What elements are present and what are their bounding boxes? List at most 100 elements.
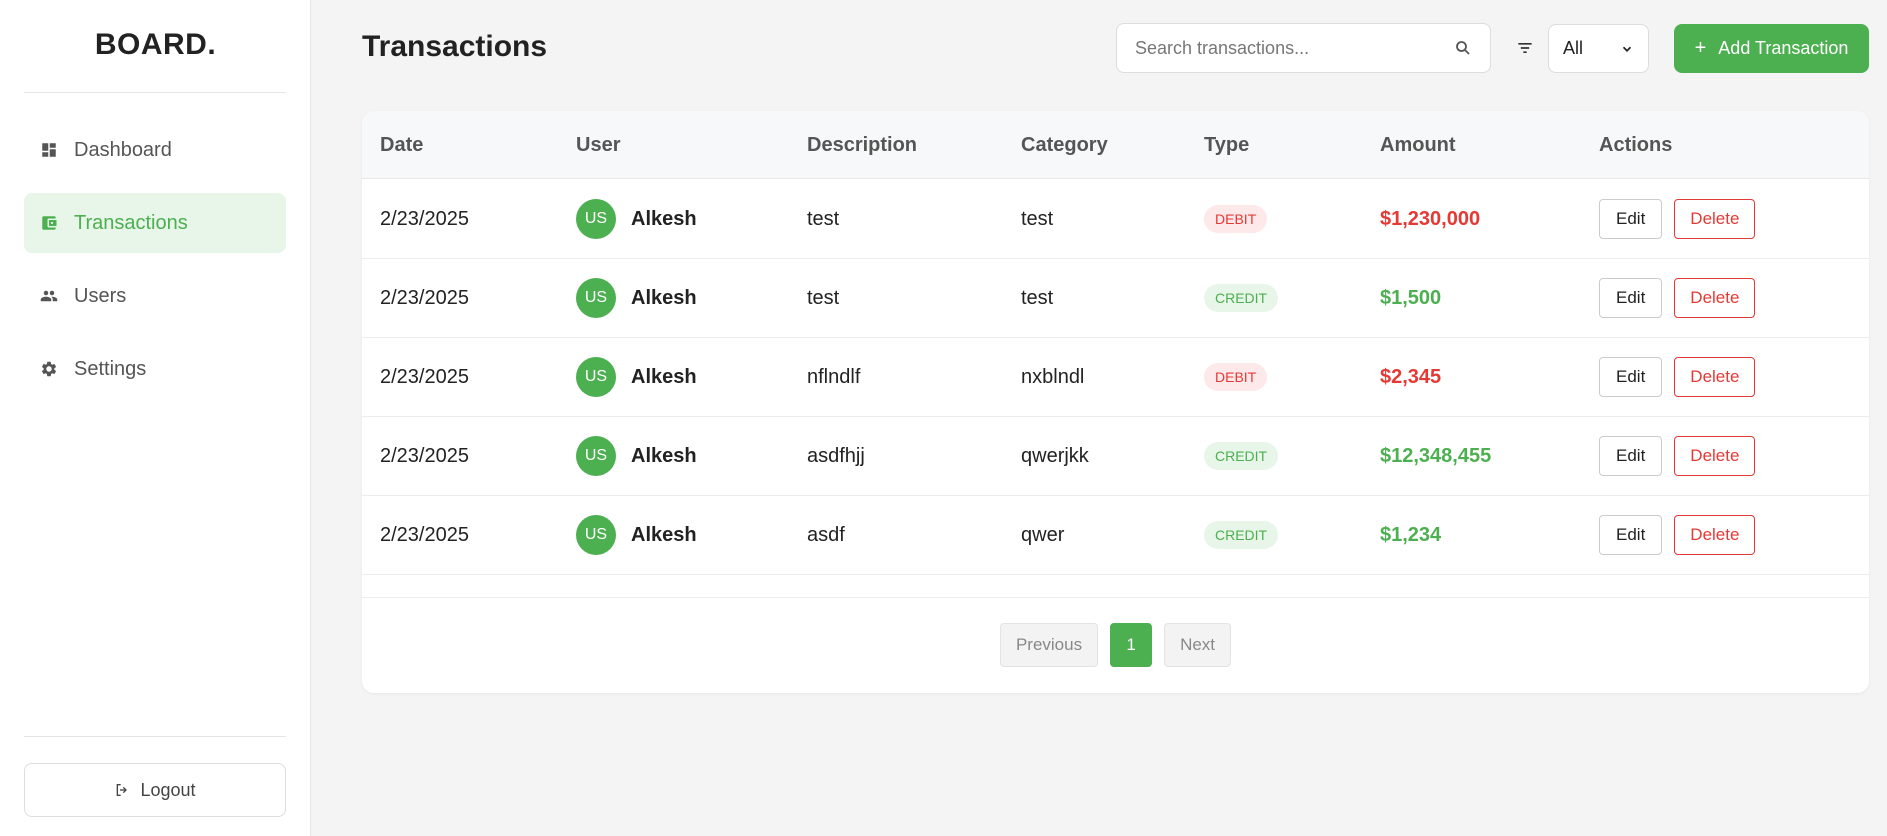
sidebar-item-label: Dashboard [74,138,172,161]
user-cell: US Alkesh [576,496,697,574]
user-name: Alkesh [631,444,697,467]
date-cell: 2/23/2025 [380,365,469,388]
date-cell: 2/23/2025 [380,523,469,546]
add-transaction-button[interactable]: + Add Transaction [1674,24,1869,73]
amount-cell: $1,234 [1380,523,1442,546]
avatar: US [576,357,616,397]
user-name: Alkesh [631,523,697,546]
user-name: Alkesh [631,365,697,388]
sidebar-nav: Dashboard Transactions Users Settings [24,120,286,412]
column-header-category[interactable]: Category [1021,111,1108,179]
gear-icon [40,360,58,378]
type-badge: CREDIT [1204,442,1279,470]
user-name: Alkesh [631,207,697,230]
table-header: Date User Description Category Type Amou… [362,111,1869,179]
type-badge: CREDIT [1204,284,1279,312]
sidebar-item-dashboard[interactable]: Dashboard [24,120,286,180]
brand-logo: BOARD. [94,28,217,61]
delete-button[interactable]: Delete [1674,278,1756,318]
actions-cell: Edit Delete [1599,417,1756,495]
edit-button[interactable]: Edit [1599,278,1663,318]
delete-button[interactable]: Delete [1674,436,1756,476]
table-row: 2/23/2025 US Alkesh asdfhjj qwerjkk CRED… [362,417,1869,496]
next-page-button[interactable]: Next [1164,623,1232,667]
avatar: US [576,436,616,476]
column-header-description[interactable]: Description [807,111,917,179]
user-cell: US Alkesh [576,180,697,258]
transactions-table: Date User Description Category Type Amou… [362,111,1869,693]
description-cell: test [807,286,840,309]
user-cell: US Alkesh [576,417,697,495]
filter-icon[interactable] [1515,38,1535,58]
edit-button[interactable]: Edit [1599,199,1663,239]
search-icon[interactable] [1454,39,1472,57]
date-cell: 2/23/2025 [380,207,469,230]
category-cell: test [1021,286,1054,309]
divider [24,92,286,93]
wallet-icon [40,214,58,232]
chevron-down-icon [1622,46,1632,52]
logout-label: Logout [140,779,196,800]
sidebar-item-label: Users [74,284,127,307]
sidebar-item-label: Transactions [74,211,188,234]
sidebar-item-transactions[interactable]: Transactions [24,193,286,253]
dashboard-icon [40,141,58,159]
table-row: 2/23/2025 US Alkesh asdf qwer CREDIT $1,… [362,496,1869,575]
type-cell: DEBIT [1204,338,1268,416]
column-header-date[interactable]: Date [380,111,423,179]
delete-button[interactable]: Delete [1674,357,1756,397]
sidebar-item-label: Settings [74,357,147,380]
type-cell: CREDIT [1204,417,1279,495]
description-cell: test [807,207,840,230]
table-row: 2/23/2025 US Alkesh test test CREDIT $1,… [362,259,1869,338]
sidebar-item-users[interactable]: Users [24,266,286,326]
actions-cell: Edit Delete [1599,496,1756,574]
avatar: US [576,278,616,318]
description-cell: asdf [807,523,845,546]
table-row: 2/23/2025 US Alkesh nflndlf nxblndl DEBI… [362,338,1869,417]
select-value: All [1563,38,1584,58]
date-cell: 2/23/2025 [380,444,469,467]
user-name: Alkesh [631,286,697,309]
type-badge: DEBIT [1204,363,1268,391]
description-cell: asdfhjj [807,444,865,467]
date-cell: 2/23/2025 [380,286,469,309]
type-filter-select[interactable]: All [1548,24,1649,73]
avatar: US [576,199,616,239]
logout-button[interactable]: Logout [24,763,286,817]
actions-cell: Edit Delete [1599,338,1756,416]
page-1-button[interactable]: 1 [1110,623,1153,667]
previous-page-button[interactable]: Previous [999,623,1099,667]
edit-button[interactable]: Edit [1599,357,1663,397]
type-badge: DEBIT [1204,205,1268,233]
user-cell: US Alkesh [576,259,697,337]
amount-cell: $2,345 [1380,365,1442,388]
column-header-amount[interactable]: Amount [1380,111,1456,179]
search-box [1116,23,1491,73]
search-input[interactable] [1135,37,1454,59]
divider [362,597,1869,598]
column-header-type[interactable]: Type [1204,111,1249,179]
delete-button[interactable]: Delete [1674,515,1756,555]
column-header-user[interactable]: User [576,111,620,179]
sidebar: BOARD. Dashboard Transactions Users Sett… [0,0,311,836]
amount-cell: $1,230,000 [1380,207,1481,230]
type-cell: CREDIT [1204,496,1279,574]
actions-cell: Edit Delete [1599,259,1756,337]
sidebar-item-settings[interactable]: Settings [24,339,286,399]
category-cell: nxblndl [1021,365,1085,388]
divider [24,736,286,737]
delete-button[interactable]: Delete [1674,199,1756,239]
category-cell: qwerjkk [1021,444,1089,467]
user-cell: US Alkesh [576,338,697,416]
amount-cell: $1,500 [1380,286,1442,309]
edit-button[interactable]: Edit [1599,436,1663,476]
amount-cell: $12,348,455 [1380,444,1492,467]
table-row: 2/23/2025 US Alkesh test test DEBIT $1,2… [362,180,1869,259]
edit-button[interactable]: Edit [1599,515,1663,555]
description-cell: nflndlf [807,365,861,388]
pagination: Previous 1 Next [362,623,1869,667]
users-icon [40,287,58,305]
actions-cell: Edit Delete [1599,180,1756,258]
add-transaction-label: Add Transaction [1718,38,1849,58]
